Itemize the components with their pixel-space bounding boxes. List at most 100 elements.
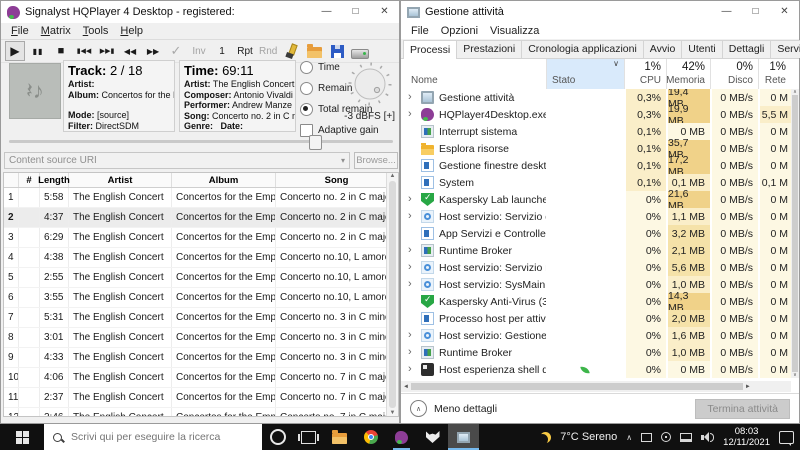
scroll-down-icon[interactable]: ▼ (390, 410, 396, 416)
menu-item[interactable]: Opzioni (435, 25, 484, 37)
tab[interactable]: Avvio (642, 40, 683, 58)
process-row[interactable]: Processo host per attività di Wi... 0% 2… (401, 310, 791, 327)
process-row[interactable]: Kaspersky Anti-Virus (32 bit) 0% 14,3 MB… (401, 290, 791, 314)
expand-chevron-icon[interactable]: › (408, 245, 416, 256)
task-view-button[interactable] (293, 424, 324, 450)
process-row[interactable]: App Servizi e Controller 0% 3,2 MB 0 MB/… (401, 225, 791, 242)
scroll-up-icon[interactable]: ▲ (390, 173, 396, 179)
rewind-button[interactable] (120, 41, 140, 61)
scrollbar-thumb[interactable] (410, 383, 743, 390)
process-row[interactable]: › Host servizio: SysMain 0% 1,0 MB 0 MB/… (401, 276, 791, 293)
play-button[interactable] (5, 41, 25, 61)
minimize-icon[interactable]: — (312, 1, 341, 23)
expand-chevron-icon[interactable]: › (408, 330, 416, 341)
playlist-row[interactable]: 3 6:29 The English Concert Concertos for… (4, 228, 398, 248)
option-control[interactable] (300, 60, 313, 74)
process-row[interactable]: › Host servizio: Servizio di archivi... … (401, 208, 791, 225)
tab[interactable]: Processi (403, 40, 458, 59)
hash-column-header[interactable]: # (19, 173, 40, 187)
tab[interactable]: Dettagli (721, 40, 772, 58)
process-row[interactable]: Interrupt sistema 0,1% 0 MB 0 MB/s 0 M (401, 123, 791, 140)
menu-item[interactable]: Help (114, 25, 149, 37)
menu-item[interactable]: Tools (77, 25, 115, 37)
repeat-button[interactable]: Rpt (235, 41, 255, 61)
content-source-combobox[interactable]: Content source URI ▾ (4, 152, 350, 169)
volume-icon[interactable] (701, 432, 715, 442)
process-row[interactable]: › Host servizio: Servizio repositor... 0… (401, 259, 791, 276)
previous-track-button[interactable] (74, 41, 94, 61)
menu-item[interactable]: File (405, 25, 435, 37)
maximize-icon[interactable]: □ (741, 1, 770, 23)
song-column-header[interactable]: Song (276, 173, 398, 187)
scrollbar-thumb[interactable] (389, 181, 396, 408)
open-folder-button[interactable] (304, 41, 324, 61)
chrome-button[interactable] (355, 424, 386, 450)
moon-weather-icon[interactable] (540, 432, 551, 443)
expand-chevron-icon[interactable]: › (408, 364, 416, 375)
expand-chevron-icon[interactable]: › (408, 279, 416, 290)
row-number-column-header[interactable] (4, 173, 19, 187)
process-row[interactable]: › Gestione attività 0,3% 19,4 MB 0 MB/s … (401, 89, 791, 110)
playlist-row[interactable]: 4 4:38 The English Concert Concertos for… (4, 248, 398, 268)
process-row[interactable]: Gestione finestre desktop 0,1% 17,2 MB 0… (401, 154, 791, 178)
fewer-details-toggle[interactable]: ∧ Meno dettagli (410, 400, 497, 417)
process-row[interactable]: › Host esperienza shell di Windows 0% 0 … (401, 361, 791, 378)
tab[interactable]: Utenti (681, 40, 723, 58)
process-row[interactable]: › Kaspersky Lab launcher (32 bit) 0% 21,… (401, 188, 791, 212)
hqplayer-taskbar-button[interactable] (386, 424, 417, 450)
playlist-row[interactable]: 6 3:55 The English Concert Concertos for… (4, 288, 398, 308)
tray-update-icon[interactable] (661, 432, 672, 442)
menu-item[interactable]: File (5, 25, 35, 37)
stat-column-header[interactable]: 1% Rete (758, 59, 791, 89)
maximize-icon[interactable]: □ (341, 1, 370, 23)
album-column-header[interactable]: Album (172, 173, 276, 187)
process-row[interactable]: Esplora risorse 0,1% 35,7 MB 0 MB/s 0 M (401, 137, 791, 161)
file-explorer-button[interactable] (324, 424, 355, 450)
status-column-header[interactable]: Stato ∨ (546, 59, 624, 89)
task-manager-taskbar-button[interactable] (448, 424, 479, 450)
process-row[interactable]: › HQPlayer4Desktop.exe 0,3% 19,9 MB 0 MB… (401, 103, 791, 127)
menu-item[interactable]: Matrix (35, 25, 77, 37)
length-column-header[interactable]: Length (38, 173, 70, 187)
option-control[interactable] (300, 102, 313, 116)
end-task-button[interactable]: Termina attività (695, 398, 790, 419)
option-control[interactable] (300, 81, 313, 95)
tray-app-icon[interactable] (641, 432, 653, 442)
expand-chevron-icon[interactable]: › (408, 194, 416, 205)
playlist-row[interactable]: 9 4:33 The English Concert Concertos for… (4, 348, 398, 368)
playlist-row[interactable]: 2 4:37 The English Concert Concertos for… (4, 208, 398, 228)
menu-item[interactable]: Visualizza (484, 25, 545, 37)
process-row[interactable]: › Host servizio: Gestione account ... 0%… (401, 327, 791, 344)
process-row[interactable]: › Runtime Broker 0% 2,1 MB 0 MB/s 0 M (401, 242, 791, 259)
stat-column-header[interactable]: 0% Disco (710, 59, 758, 89)
output-device-button[interactable] (350, 41, 370, 61)
seek-slider-handle[interactable] (309, 135, 322, 150)
convolution-button[interactable] (281, 41, 301, 61)
close-icon[interactable]: ✕ (370, 1, 399, 23)
scroll-right-icon[interactable]: ► (745, 384, 751, 390)
playlist-row[interactable]: 10 4:06 The English Concert Concertos fo… (4, 368, 398, 388)
hqplayer-titlebar[interactable]: Signalyst HQPlayer 4 Desktop - registere… (1, 1, 399, 23)
cortana-button[interactable] (262, 424, 293, 450)
repeat-count-label[interactable]: 1 (212, 41, 232, 61)
notification-center-icon[interactable] (779, 430, 794, 446)
weather-widget[interactable]: 7°C Sereno (560, 431, 617, 443)
fox-app-button[interactable] (417, 424, 448, 450)
tray-overflow-chevron-icon[interactable]: ∧ (626, 433, 632, 442)
transport-check-button[interactable] (166, 41, 186, 61)
artist-column-header[interactable]: Artist (69, 173, 172, 187)
process-row[interactable]: › Runtime Broker 0% 1,0 MB 0 MB/s 0 M (401, 344, 791, 361)
tab[interactable]: Prestazioni (456, 40, 523, 58)
browse-button[interactable]: Browse... (354, 152, 398, 169)
expand-chevron-icon[interactable]: › (408, 262, 416, 273)
seek-slider[interactable] (9, 135, 393, 150)
expand-chevron-icon[interactable]: › (408, 109, 416, 120)
start-button[interactable] (0, 424, 44, 450)
expand-chevron-icon[interactable]: › (408, 211, 416, 222)
pause-button[interactable] (28, 41, 48, 61)
tab[interactable]: Servizi (770, 40, 800, 58)
playlist-row[interactable]: 1 5:58 The English Concert Concertos for… (4, 188, 398, 208)
tab[interactable]: Cronologia applicazioni (521, 40, 644, 58)
close-icon[interactable]: ✕ (770, 1, 799, 23)
save-button[interactable] (327, 41, 347, 61)
